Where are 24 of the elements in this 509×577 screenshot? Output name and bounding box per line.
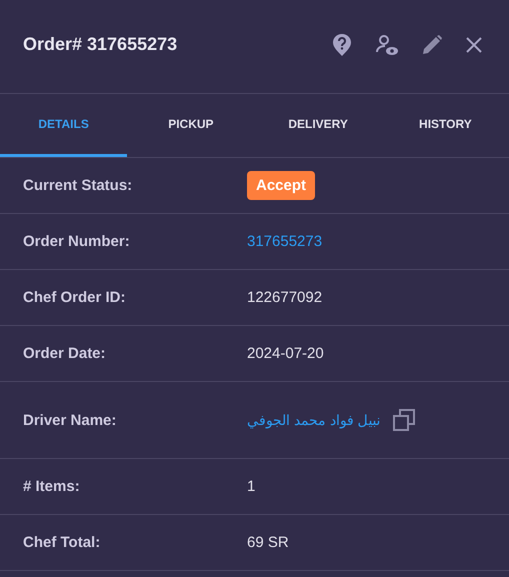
field-label: Order Number:: [23, 233, 131, 250]
field-label: Driver Name:: [23, 412, 118, 428]
driver-link[interactable]: نبيل فواد محمد الجوفي: [247, 412, 381, 428]
field-label: # Items:: [23, 478, 81, 495]
field-value: 2024-07-20: [247, 345, 324, 362]
field-label: Current Status:: [23, 177, 134, 194]
field-value: 69 SR: [247, 534, 289, 551]
tab[interactable]: HISTORY: [382, 94, 509, 157]
field-value: 1: [247, 478, 256, 495]
user-eye-icon[interactable]: [375, 34, 399, 56]
field-label: Chef Order ID:: [23, 289, 127, 306]
field-label: Order Date:: [23, 345, 107, 362]
status-badge: Accept: [247, 171, 316, 200]
tab[interactable]: PICKUP: [127, 94, 254, 157]
copy-icon[interactable]: [392, 409, 415, 431]
tab[interactable]: DELIVERY: [254, 94, 382, 157]
close-icon[interactable]: [465, 36, 483, 54]
tab[interactable]: DETAILS: [0, 94, 128, 157]
order-link[interactable]: 317655273: [247, 233, 322, 250]
field-value: 122677092: [247, 289, 322, 306]
pencil-icon[interactable]: [421, 34, 443, 56]
help-pin-icon[interactable]: [331, 32, 353, 56]
order-title: Order# 317655273: [23, 34, 178, 55]
field-label: Chef Total:: [23, 534, 102, 551]
